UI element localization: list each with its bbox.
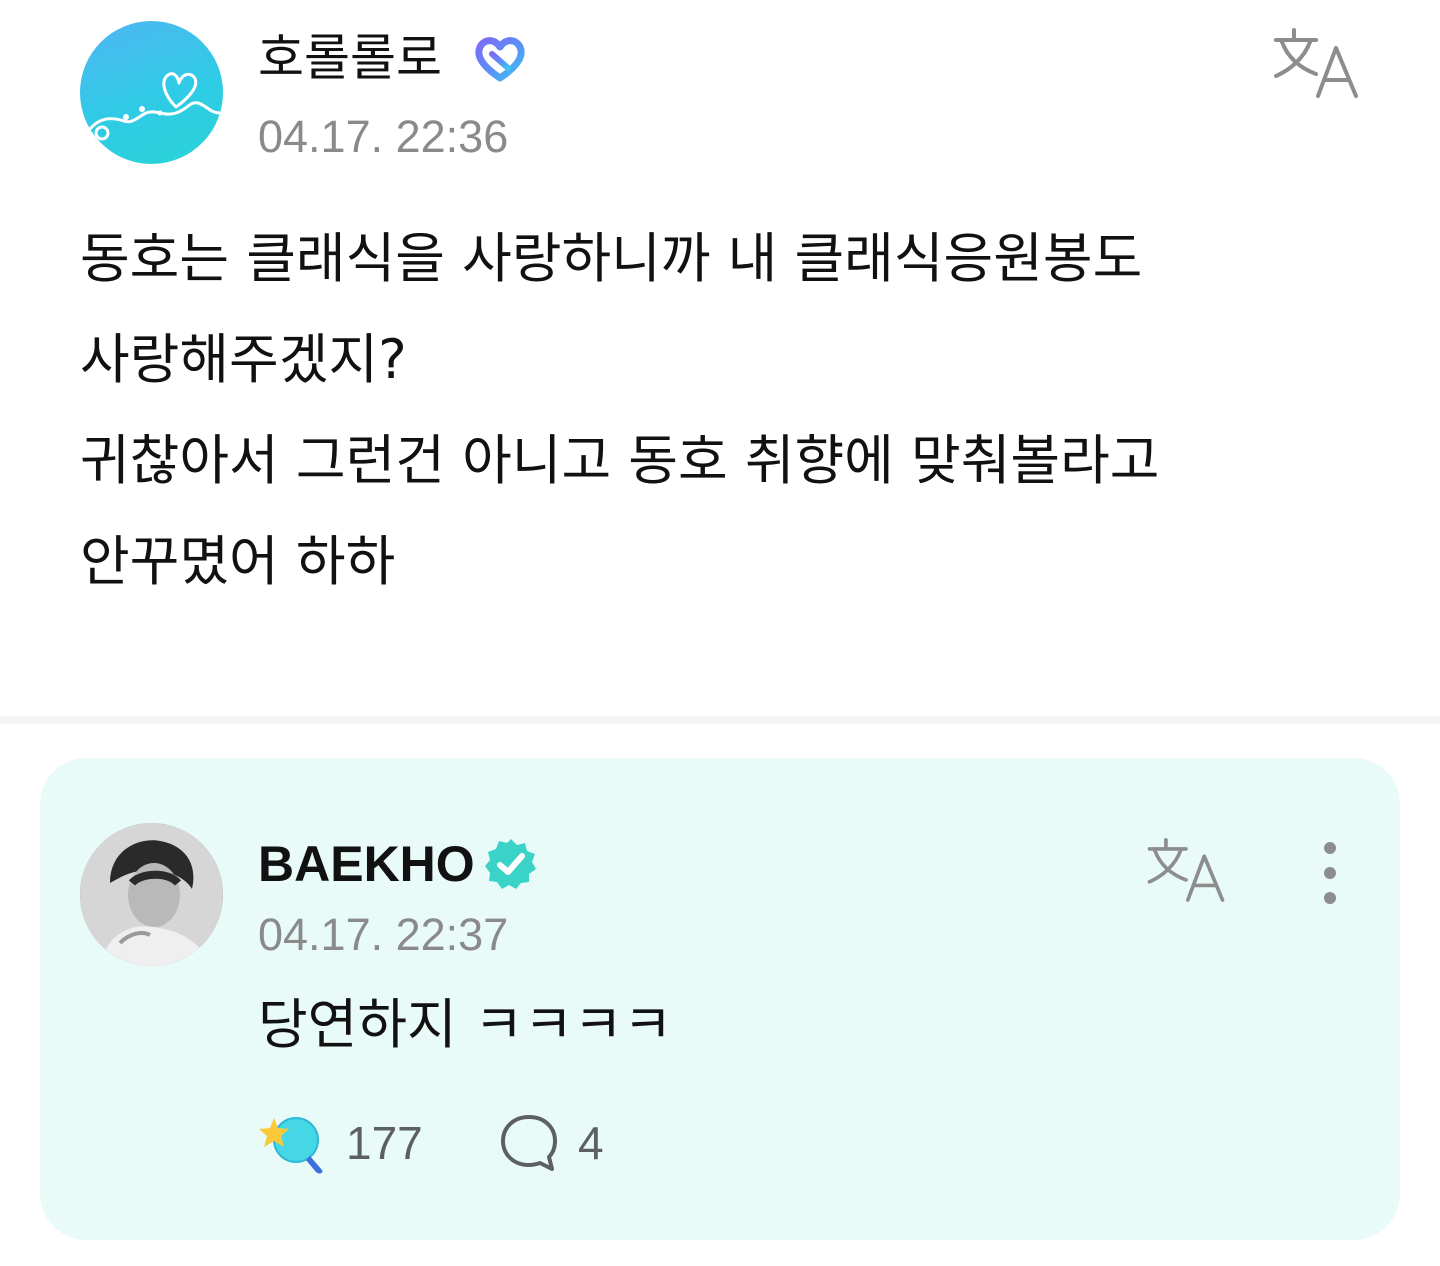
membership-heart-badge-icon — [475, 37, 525, 82]
artist-portrait-image — [80, 823, 223, 966]
artist-avatar[interactable] — [80, 823, 223, 966]
verified-badge-icon — [485, 839, 536, 889]
comment-bubble-icon — [501, 1115, 557, 1171]
post-author-name[interactable]: 호롤롤로 — [258, 28, 442, 88]
author-avatar[interactable] — [80, 21, 223, 164]
like-button[interactable]: 177 — [258, 1108, 423, 1178]
translate-icon[interactable] — [1144, 834, 1228, 904]
post-body-line: 귀찮아서 그런건 아니고 동호 취향에 맞춰볼라고 — [80, 429, 1160, 492]
like-count: 177 — [346, 1117, 423, 1169]
artist-reply-card: BAEKHO 04.17. 22:37 당연하지 ㅋㅋㅋㅋ 177 4 — [40, 758, 1400, 1240]
reply-timestamp: 04.17. 22:37 — [258, 909, 509, 960]
post-body: 동호는 클래식을 사랑하니까 내 클래식응원봉도 사랑해주겠지? 귀찮아서 그런… — [80, 208, 1360, 612]
post-timestamp: 04.17. 22:36 — [258, 111, 509, 162]
cheer-light-icon — [259, 1117, 323, 1174]
fan-post: 호롤롤로 04.17. 22:36 동호는 클래식을 사랑하니까 내 클래식응원… — [0, 0, 1440, 716]
section-divider — [0, 716, 1440, 724]
reply-author-name[interactable]: BAEKHO — [258, 834, 475, 894]
comment-button[interactable]: 4 — [498, 1108, 604, 1178]
heart-string-avatar-icon — [88, 72, 222, 141]
translate-icon[interactable] — [1270, 24, 1362, 100]
more-vertical-icon[interactable] — [1310, 840, 1350, 906]
comment-count: 4 — [578, 1117, 604, 1169]
post-body-line: 동호는 클래식을 사랑하니까 내 클래식응원봉도 — [80, 227, 1143, 290]
reply-body: 당연하지 ㅋㅋㅋㅋ — [258, 993, 673, 1056]
post-body-line: 안꾸몄어 하하 — [80, 530, 396, 593]
post-body-line: 사랑해주겠지? — [80, 328, 407, 391]
